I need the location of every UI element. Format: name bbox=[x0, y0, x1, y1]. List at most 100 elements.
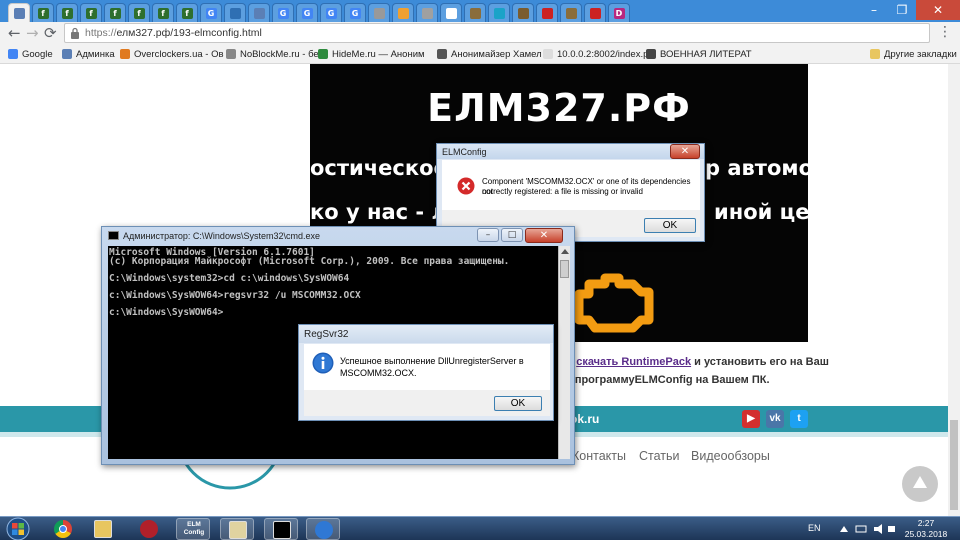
browser-tab[interactable] bbox=[416, 3, 438, 22]
bookmark-other[interactable]: Другие закладки bbox=[870, 47, 957, 61]
browser-tab[interactable] bbox=[248, 3, 270, 22]
close-button[interactable]: ✕ bbox=[525, 228, 563, 243]
runtimepack-link[interactable]: скачать RuntimePack bbox=[576, 356, 691, 368]
cmd-icon bbox=[108, 231, 119, 240]
footer-nav-link[interactable]: Видеообзоры bbox=[691, 449, 770, 463]
page-scrollbar[interactable] bbox=[948, 64, 960, 516]
browser-tab[interactable]: f bbox=[104, 3, 126, 22]
forward-button[interactable]: → bbox=[26, 24, 39, 42]
favicon-icon bbox=[541, 7, 553, 19]
scrollbar-thumb[interactable] bbox=[950, 420, 958, 510]
minimize-button[interactable]: – bbox=[860, 0, 888, 20]
browser-tab[interactable]: G bbox=[296, 3, 318, 22]
maximize-button[interactable]: □ bbox=[501, 228, 523, 242]
success-message-line1: Успешное выполнение DllUnregisterServer … bbox=[340, 356, 524, 366]
browser-tab[interactable]: G bbox=[200, 3, 222, 22]
bookmark-item[interactable]: ВОЕННАЯ ЛИТЕРАТ bbox=[646, 47, 752, 61]
regsvr32-dialog: RegSvr32 Успешное выполнение DllUnregist… bbox=[298, 324, 554, 421]
bookmark-item[interactable]: 10.0.0.2:8002/index.p bbox=[543, 47, 648, 61]
vk-icon[interactable]: vk bbox=[766, 410, 784, 428]
scrollbar-thumb[interactable] bbox=[560, 260, 569, 278]
dialog-footer: OK bbox=[304, 390, 550, 416]
bookmark-item[interactable]: Overclockers.ua - Ов bbox=[120, 47, 224, 61]
dialog-title: RegSvr32 bbox=[304, 329, 349, 340]
browser-tab[interactable] bbox=[368, 3, 390, 22]
maximize-button[interactable]: ❐ bbox=[888, 0, 916, 20]
close-button[interactable]: ✕ bbox=[916, 0, 960, 20]
system-clock[interactable]: 2:27 25.03.2018 bbox=[902, 518, 950, 540]
browser-tab[interactable] bbox=[536, 3, 558, 22]
browser-tab[interactable]: f bbox=[128, 3, 150, 22]
console-line: C:\Windows\system32>cd c:\windows\SysWOW… bbox=[109, 272, 350, 284]
browser-tab[interactable]: f bbox=[56, 3, 78, 22]
footer-nav-link[interactable]: Контакты bbox=[572, 449, 626, 463]
bookmark-item[interactable]: HideMe.ru — Аноним bbox=[318, 47, 425, 61]
language-indicator[interactable]: EN bbox=[808, 523, 821, 533]
scroll-up-icon[interactable] bbox=[561, 249, 569, 254]
browser-tab[interactable] bbox=[512, 3, 534, 22]
browser-tab[interactable]: D bbox=[608, 3, 630, 22]
browser-tab[interactable] bbox=[224, 3, 246, 22]
console-scrollbar[interactable] bbox=[558, 246, 570, 459]
taskbar-cmd-button[interactable] bbox=[264, 518, 298, 540]
taskbar-chrome-button[interactable] bbox=[46, 518, 80, 540]
favicon-icon bbox=[229, 7, 241, 19]
reload-button[interactable]: ⟳ bbox=[44, 24, 57, 42]
start-button-icon[interactable] bbox=[4, 517, 32, 540]
browser-tab[interactable] bbox=[464, 3, 486, 22]
taskbar-elm-config-button[interactable]: ELM Config bbox=[176, 518, 210, 540]
browser-tab[interactable]: f bbox=[176, 3, 198, 22]
browser-toolbar: ← → ⟳ https://елм327.рф/193-elmconfig.ht… bbox=[0, 22, 960, 44]
address-bar[interactable]: https://елм327.рф/193-elmconfig.html bbox=[64, 23, 930, 43]
console-line: c:\Windows\SysWOW64>regsvr32 /u MSCOMM32… bbox=[109, 290, 361, 301]
dialog-body: Успешное выполнение DllUnregisterServer … bbox=[304, 344, 550, 390]
chrome-center-icon bbox=[59, 525, 67, 533]
taskbar-info-button[interactable] bbox=[306, 518, 340, 540]
bookmark-favicon-icon bbox=[646, 49, 656, 59]
cmd-icon bbox=[273, 521, 291, 539]
bookmark-item[interactable]: Google bbox=[8, 47, 53, 61]
bookmark-item[interactable]: Анонимайзер Хамел bbox=[437, 47, 542, 61]
taskbar-app-red-button[interactable] bbox=[132, 518, 166, 540]
favicon-icon: f bbox=[109, 7, 121, 19]
close-button[interactable]: ✕ bbox=[670, 144, 700, 159]
browser-tab[interactable]: G bbox=[344, 3, 366, 22]
ok-button[interactable]: OK bbox=[644, 218, 696, 233]
bookmark-favicon-icon bbox=[8, 49, 18, 59]
youtube-icon[interactable]: ▶ bbox=[742, 410, 760, 428]
favicon-icon bbox=[373, 7, 385, 19]
bookmark-item[interactable]: NoBlockMe.ru - бесп bbox=[226, 47, 329, 61]
browser-tab[interactable] bbox=[488, 3, 510, 22]
menu-icon[interactable]: ⋮ bbox=[938, 24, 952, 40]
taskbar-explorer-button[interactable] bbox=[86, 518, 120, 540]
browser-tab[interactable]: G bbox=[320, 3, 342, 22]
browser-tab[interactable]: f bbox=[32, 3, 54, 22]
browser-tab[interactable]: f bbox=[80, 3, 102, 22]
favicon-icon: D bbox=[613, 7, 625, 19]
browser-tab[interactable]: f bbox=[152, 3, 174, 22]
browser-tab[interactable] bbox=[440, 3, 462, 22]
minimize-button[interactable]: – bbox=[477, 228, 499, 242]
browser-tab[interactable] bbox=[392, 3, 414, 22]
chrome-icon bbox=[54, 520, 72, 538]
bookmarks-bar: Google Админка Overclockers.ua - Ов NoBlock… bbox=[0, 44, 960, 64]
favicon-icon bbox=[517, 7, 529, 19]
console-line: (c) Корпорация Майкрософт (Microsoft Cor… bbox=[109, 255, 510, 267]
scroll-to-top-button[interactable] bbox=[902, 466, 938, 502]
browser-tab[interactable] bbox=[560, 3, 582, 22]
bookmark-item[interactable]: Админка bbox=[62, 47, 115, 61]
favicon-icon: f bbox=[37, 7, 49, 19]
back-button[interactable]: ← bbox=[8, 24, 21, 42]
ok-button[interactable]: OK bbox=[494, 396, 542, 411]
taskbar-paint-button[interactable] bbox=[220, 518, 254, 540]
browser-tab[interactable] bbox=[8, 3, 30, 22]
favicon-icon bbox=[13, 7, 25, 19]
browser-tab[interactable]: G bbox=[272, 3, 294, 22]
browser-tab[interactable] bbox=[584, 3, 606, 22]
dialog-title: ELMConfig bbox=[442, 147, 487, 157]
favicon-icon: G bbox=[349, 7, 361, 19]
paint-icon bbox=[229, 521, 247, 539]
favicon-icon bbox=[397, 7, 409, 19]
twitter-icon[interactable]: t bbox=[790, 410, 808, 428]
footer-nav-link[interactable]: Статьи bbox=[639, 449, 680, 463]
